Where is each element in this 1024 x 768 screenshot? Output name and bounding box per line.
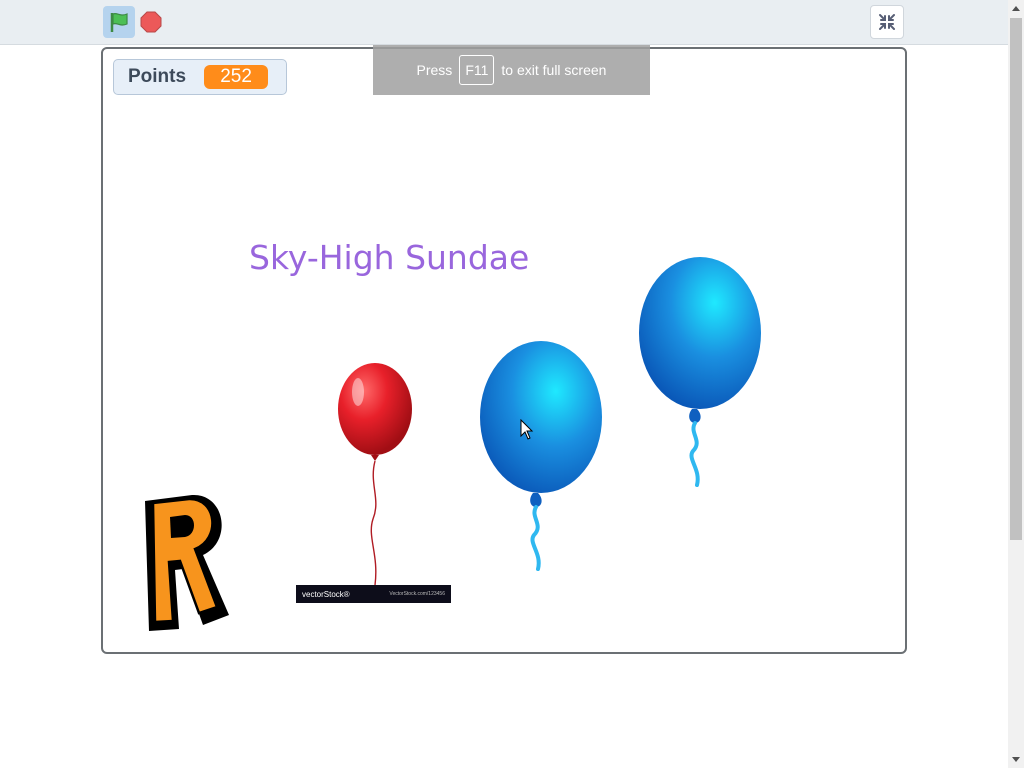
exit-fullscreen-button[interactable] [870,5,904,39]
points-value: 252 [204,65,269,89]
scroll-down-icon[interactable] [1008,752,1024,768]
points-label: Points [128,66,187,87]
red-balloon-sprite[interactable] [331,359,417,587]
green-flag-icon [110,12,128,32]
game-stage[interactable]: Points 252 Sky-High Sundae vectorStock® … [101,47,907,654]
green-flag-button[interactable] [103,6,135,38]
exit-fullscreen-icon [879,14,895,30]
fullscreen-hint: Press F11 to exit full screen [373,45,650,95]
mouse-cursor-icon [520,419,534,440]
control-bar [0,0,1008,45]
watermark-url: VectorStock.com/123456 [389,591,445,597]
points-monitor: Points 252 [113,59,287,95]
fullscreen-hint-suffix: to exit full screen [501,62,607,78]
scrollbar-thumb[interactable] [1010,18,1022,540]
letter-r-sprite[interactable] [137,489,237,634]
watermark-brand: vectorStock® [302,589,350,599]
game-title: Sky-High Sundae [249,238,530,277]
vectorstock-watermark: vectorStock® VectorStock.com/123456 [296,585,451,603]
blue-balloon-sprite-1[interactable] [478,339,604,575]
stop-button[interactable] [137,6,165,38]
stop-sign-icon [140,11,162,33]
fullscreen-hint-prefix: Press [416,62,453,78]
blue-balloon-sprite-2[interactable] [637,255,763,491]
vertical-scrollbar[interactable] [1008,0,1024,768]
f11-key-badge: F11 [459,55,495,85]
scroll-up-icon[interactable] [1008,0,1024,16]
